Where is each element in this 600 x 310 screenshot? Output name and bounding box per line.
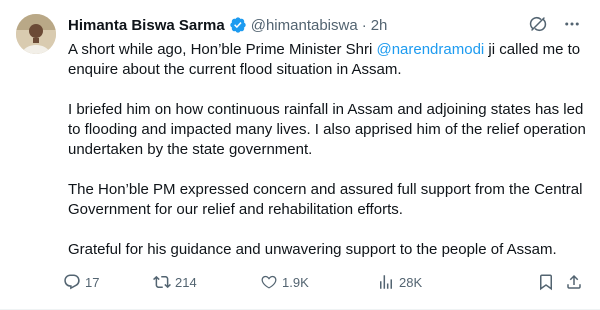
like-button[interactable]: 1.9K xyxy=(260,273,377,291)
grok-icon[interactable] xyxy=(528,14,548,34)
mention-link[interactable]: @narendramodi xyxy=(376,41,484,58)
retweet-icon xyxy=(153,275,171,289)
reply-count: 17 xyxy=(85,274,100,290)
top-actions xyxy=(528,14,582,34)
tweet-paragraph: The Hon’ble PM expressed concern and ass… xyxy=(68,181,583,218)
tweet-header: Himanta Biswa Sarma @himantabiswa · 2h xyxy=(68,15,387,35)
more-icon[interactable] xyxy=(562,14,582,34)
views-icon xyxy=(380,275,392,289)
tweet-card[interactable]: Himanta Biswa Sarma @himantabiswa · 2h A… xyxy=(0,0,600,310)
like-count: 1.9K xyxy=(282,274,309,290)
tweet-text-segment: A short while ago, Hon’ble Prime Ministe… xyxy=(68,41,377,58)
share-icon xyxy=(567,274,581,289)
bookmark-icon xyxy=(540,274,552,291)
reply-icon xyxy=(64,274,80,290)
retweet-count: 214 xyxy=(175,274,197,290)
bookmark-button[interactable] xyxy=(537,273,555,291)
verified-badge-icon xyxy=(229,16,247,34)
reply-button[interactable]: 17 xyxy=(63,273,153,291)
tweet-paragraph: Grateful for his guidance and unwavering… xyxy=(68,241,557,258)
author-name[interactable]: Himanta Biswa Sarma xyxy=(68,17,225,34)
share-button[interactable] xyxy=(565,273,583,291)
tweet-text: A short while ago, Hon’ble Prime Ministe… xyxy=(68,40,588,260)
author-handle[interactable]: @himantabiswa xyxy=(251,17,358,34)
header-separator: · xyxy=(361,16,367,34)
avatar[interactable] xyxy=(16,14,56,54)
tweet-paragraph: A short while ago, Hon’ble Prime Ministe… xyxy=(68,40,588,80)
like-icon xyxy=(261,275,277,289)
tweet-paragraph: I briefed him on how continuous rainfall… xyxy=(68,101,586,158)
views-button[interactable]: 28K xyxy=(377,273,497,291)
action-bar: 17 214 1.9K 28K xyxy=(63,272,583,292)
views-count: 28K xyxy=(399,274,423,290)
post-time[interactable]: 2h xyxy=(371,17,388,34)
retweet-button[interactable]: 214 xyxy=(153,273,260,291)
